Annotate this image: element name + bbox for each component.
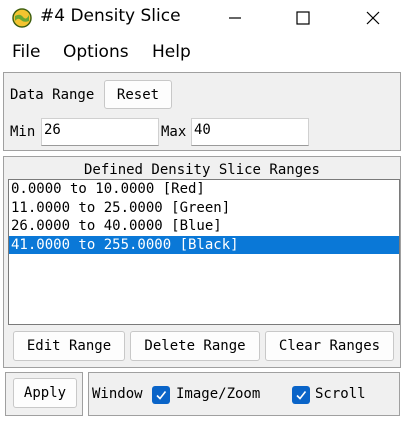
menu-help[interactable]: Help [152, 42, 191, 62]
checkmark-icon [296, 391, 307, 400]
apply-button[interactable]: Apply [13, 378, 77, 408]
checkmark-icon [156, 391, 167, 400]
window-options-panel: Window Image/Zoom Scroll [88, 372, 400, 416]
minimize-icon [229, 17, 241, 19]
image-zoom-checkbox[interactable] [152, 386, 170, 404]
min-field[interactable]: 26 [41, 118, 159, 146]
ranges-title: Defined Density Slice Ranges [83, 162, 320, 178]
close-button[interactable] [350, 0, 396, 36]
reset-button[interactable]: Reset [104, 80, 172, 109]
delete-range-button[interactable]: Delete Range [130, 331, 260, 361]
edit-range-button[interactable]: Edit Range [13, 331, 125, 361]
list-item[interactable]: 11.0000 to 25.0000 [Green] [9, 199, 399, 218]
list-item-selected[interactable]: 41.0000 to 255.0000 [Black] [9, 235, 399, 254]
window-title: #4 Density Slice [40, 6, 181, 26]
maximize-icon [296, 11, 310, 25]
menu-options[interactable]: Options [63, 42, 129, 62]
minimize-button[interactable] [212, 0, 258, 36]
max-field[interactable]: 40 [191, 118, 309, 146]
min-label: Min [10, 124, 36, 140]
image-zoom-label[interactable]: Image/Zoom [176, 386, 260, 402]
apply-panel: Apply [5, 372, 83, 416]
app-globe-icon [12, 8, 32, 28]
menu-file[interactable]: File [12, 42, 40, 62]
window-label: Window [92, 386, 143, 402]
ranges-list[interactable]: 0.0000 to 10.0000 [Red] 11.0000 to 25.00… [8, 179, 400, 325]
maximize-button[interactable] [280, 0, 326, 36]
title-bar: #4 Density Slice [0, 0, 404, 38]
scroll-checkbox[interactable] [292, 386, 310, 404]
data-range-label: Data Range [10, 87, 95, 103]
list-item[interactable]: 0.0000 to 10.0000 [Red] [9, 180, 399, 199]
close-icon [366, 11, 380, 25]
scroll-label[interactable]: Scroll [315, 386, 366, 402]
clear-ranges-button[interactable]: Clear Ranges [265, 331, 394, 361]
max-label: Max [161, 124, 187, 140]
data-range-panel: Data Range Reset Min 26 Max 40 [3, 72, 401, 151]
menu-bar: File Options Help [0, 38, 404, 68]
list-item[interactable]: 26.0000 to 40.0000 [Blue] [9, 217, 399, 236]
